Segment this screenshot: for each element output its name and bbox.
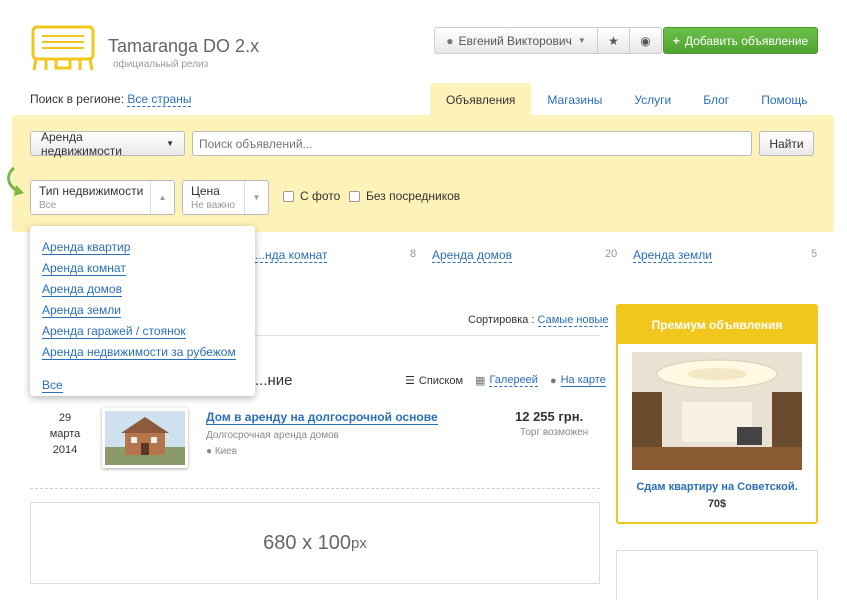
listing-thumbnail[interactable]: [102, 408, 188, 468]
sort-link[interactable]: Самые новые: [537, 314, 609, 327]
property-type-label: Тип недвижимости: [39, 184, 144, 198]
property-type-filter[interactable]: Тип недвижимости Все ▲: [30, 180, 175, 215]
checkbox-box[interactable]: [349, 190, 360, 202]
listing-bargain: Торг возможен: [520, 427, 589, 438]
user-name: Евгений Викторович: [458, 33, 572, 48]
add-listing-label: Добавить объявление: [684, 33, 809, 48]
sidebar-block: [616, 550, 818, 600]
arrow-down-icon: ▼: [244, 181, 268, 214]
category-land-count: 5: [811, 248, 818, 260]
hint-arrow-icon: [7, 166, 24, 196]
main-tabs: Объявления Магазины Услуги Блог Помощь: [430, 83, 824, 115]
with-photo-label: С фото: [300, 189, 341, 203]
with-photo-checkbox[interactable]: С фото: [283, 189, 340, 203]
banner-size: 680 x 100: [263, 531, 351, 554]
view-list-label: Списком: [418, 374, 464, 387]
view-list[interactable]: ☰ Списком: [405, 374, 464, 388]
sort-label: Сортировка :: [468, 314, 535, 326]
category-label: Аренда недвижимости: [41, 129, 122, 158]
premium-block: Премиум объявления Сдам квартиру на Сове…: [616, 304, 818, 524]
region-link[interactable]: Все страны: [127, 92, 192, 107]
category-houses-count: 20: [605, 248, 618, 260]
divider: [30, 488, 600, 489]
property-type-dropdown: Аренда квартир Аренда комнат Аренда домо…: [30, 226, 255, 396]
favorites-button[interactable]: ★: [598, 27, 630, 54]
category-land-link[interactable]: Аренда земли: [633, 248, 712, 263]
premium-image[interactable]: [632, 352, 802, 470]
star-icon: ★: [608, 33, 619, 48]
tab-listings[interactable]: Объявления: [430, 83, 532, 115]
listing-city-label: Киев: [214, 446, 238, 457]
view-map[interactable]: ● На карте: [550, 374, 606, 387]
tab-blog[interactable]: Блог: [687, 83, 745, 115]
banner-unit: px: [351, 534, 367, 552]
listing-date-day: 29 марта: [49, 412, 81, 440]
dropdown-item[interactable]: Аренда земли: [42, 303, 121, 318]
region-selector: Поиск в регионе: Все страны: [30, 92, 192, 107]
listing-date: 29 марта 2014: [44, 410, 86, 458]
user-bar: ● Евгений Викторович ▼ ★ ◉: [434, 27, 662, 55]
sort-bar: Сортировка : Самые новые: [468, 314, 609, 327]
view-modes: ☰ Списком ▦ Галерeей ● На карте: [405, 374, 606, 387]
listing-category: Долгосрочная аренда домов: [206, 430, 339, 441]
dropdown-item[interactable]: Аренда квартир: [42, 240, 131, 255]
premium-header: Премиум объявления: [618, 306, 816, 344]
listing-date-year: 2014: [52, 444, 78, 456]
dropdown-item[interactable]: Аренда комнат: [42, 261, 126, 276]
dropdown-item[interactable]: Аренда недвижимости за рубежом: [42, 345, 236, 360]
search-input[interactable]: [192, 131, 752, 156]
messages-button[interactable]: ◉: [630, 27, 662, 54]
dropdown-item-all[interactable]: Все: [42, 378, 63, 393]
ad-banner[interactable]: 680 x 100 px: [30, 502, 600, 584]
tab-shops[interactable]: Магазины: [531, 83, 618, 115]
category-dropdown-button[interactable]: Аренда недвижимости ▼: [30, 129, 185, 158]
listing-city: ● Киев: [206, 446, 237, 457]
grid-icon: ▦: [475, 375, 486, 387]
view-gallery-label: Галерeей: [489, 374, 538, 387]
region-label: Поиск в регионе:: [30, 92, 125, 106]
tab-help[interactable]: Помощь: [745, 83, 823, 115]
add-listing-button[interactable]: + Добавить объявление: [663, 27, 818, 54]
premium-price: 70$: [707, 498, 727, 510]
list-icon: ☰: [405, 375, 415, 387]
find-button[interactable]: Найти: [759, 131, 814, 156]
map-pin-icon: ●: [206, 446, 215, 457]
no-agents-label: Без посредников: [366, 189, 461, 203]
listing-title-link[interactable]: Дом в аренду на долгосрочной основе: [206, 410, 438, 425]
plus-icon: +: [672, 33, 680, 48]
dropdown-item[interactable]: Аренда домов: [42, 282, 122, 297]
list-title: ...ние: [255, 372, 293, 389]
dropdown-item[interactable]: Аренда гаражей / стоянок: [42, 324, 186, 339]
chat-icon: ◉: [640, 33, 651, 48]
property-type-value: Все: [39, 200, 57, 211]
category-houses-link[interactable]: Аренда домов: [432, 248, 512, 263]
brand-slogan: официальный релиз: [113, 59, 209, 70]
user-icon: ●: [446, 33, 454, 48]
premium-title-link[interactable]: Сдам квартиру на Советской.: [618, 481, 816, 493]
tab-services[interactable]: Услуги: [618, 83, 687, 115]
category-rooms-count: 8: [410, 248, 417, 260]
price-filter[interactable]: Цена Не важно ▼: [182, 180, 269, 215]
listing-price: 12 255 грн.: [515, 409, 584, 424]
no-agents-checkbox[interactable]: Без посредников: [349, 189, 460, 203]
caret-down-icon: ▼: [166, 139, 174, 148]
checkbox-box[interactable]: [283, 190, 294, 202]
user-menu-button[interactable]: ● Евгений Викторович ▼: [434, 27, 598, 54]
map-pin-icon: ●: [549, 374, 557, 387]
arrow-up-icon: ▲: [150, 181, 174, 214]
brand-name: Tamaranga DO 2.x: [108, 36, 260, 56]
view-map-label: На карте: [560, 374, 606, 387]
caret-down-icon: ▼: [577, 36, 586, 45]
category-rooms-link[interactable]: ...нда комнат: [255, 248, 328, 263]
logo-icon[interactable]: [30, 24, 96, 72]
view-gallery[interactable]: ▦ Галерeей: [475, 374, 538, 387]
